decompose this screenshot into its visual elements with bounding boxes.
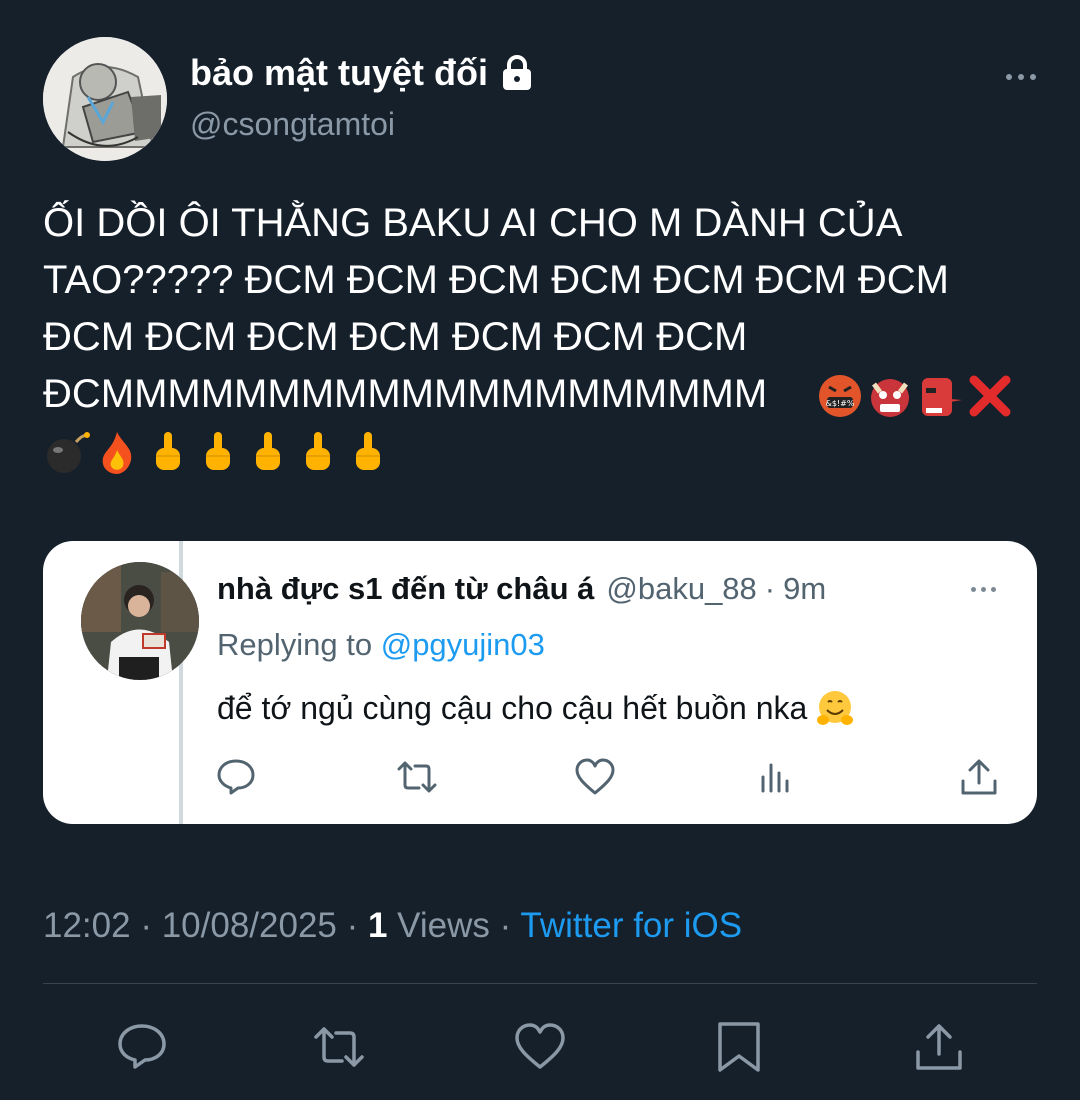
middle-finger-emoji (193, 428, 241, 476)
cross-mark-emoji (966, 372, 1014, 420)
bookmark-button[interactable] (712, 1020, 766, 1074)
quote-header: nhà đực s1 đến từ châu á @baku_88 · 9m (217, 571, 826, 607)
hugging-face-emoji (815, 688, 855, 728)
share-icon (916, 1024, 962, 1070)
quote-retweet-button[interactable] (395, 755, 439, 799)
quoted-tweet-card[interactable]: nhà đực s1 đến từ châu á @baku_88 · 9m R… (43, 541, 1037, 824)
reply-icon (217, 759, 255, 795)
middle-finger-emoji (143, 428, 191, 476)
share-button[interactable] (912, 1020, 966, 1074)
retweet-button[interactable] (312, 1020, 366, 1074)
quote-author-avatar[interactable] (81, 562, 199, 680)
emoji-row (43, 424, 391, 480)
middle-finger-emoji (293, 428, 341, 476)
views-count[interactable]: 1 (368, 906, 387, 945)
heart-icon (575, 758, 615, 795)
meta-separator: · (489, 906, 521, 945)
replying-to-line: Replying to @pgyujin03 (217, 627, 545, 663)
author-avatar[interactable] (43, 37, 167, 161)
middle-finger-emoji (343, 428, 391, 476)
share-icon (961, 759, 997, 795)
views-label[interactable]: Views (387, 906, 490, 945)
quote-author-handle[interactable]: @baku_88 (606, 571, 756, 607)
replying-to-link[interactable]: @pgyujin03 (381, 627, 545, 662)
retweet-icon (397, 761, 437, 793)
more-dot-icon (1006, 74, 1012, 80)
fire-emoji (93, 428, 141, 476)
more-dot-icon (990, 586, 996, 592)
like-button[interactable] (513, 1020, 567, 1074)
more-dot-icon (1030, 74, 1036, 80)
more-dot-icon (980, 586, 986, 592)
more-options-button[interactable] (1002, 66, 1040, 88)
cursing-face-emoji: &$!#% (816, 372, 864, 420)
author-handle[interactable]: @csongtamtoi (190, 106, 395, 143)
divider (43, 983, 1037, 984)
quote-separator: · (764, 571, 776, 606)
author-name-text: bảo mật tuyệt đối (190, 52, 489, 93)
middle-finger-emoji (243, 428, 291, 476)
lock-icon (500, 54, 534, 92)
quote-text-line: để tớ ngủ cùng cậu cho cậu hết buồn nka (217, 688, 855, 728)
retweet-icon (314, 1027, 364, 1067)
tweet-date: 10/08/2025 (161, 906, 337, 945)
tweet-meta: 12:02 · 10/08/2025 · 1 Views · Twitter f… (43, 906, 742, 946)
quote-share-button[interactable] (957, 755, 1001, 799)
reply-button[interactable] (115, 1020, 169, 1074)
quote-analytics-button[interactable] (755, 755, 799, 799)
bomb-emoji (43, 428, 91, 476)
svg-text:&$!#%: &$!#% (826, 399, 855, 408)
quote-more-options-button[interactable] (965, 581, 1001, 597)
meta-separator: · (336, 906, 368, 945)
heart-icon (515, 1023, 565, 1069)
analytics-icon (761, 763, 789, 793)
replying-to-prefix: Replying to (217, 627, 381, 662)
more-dot-icon (970, 586, 976, 592)
quote-author-name[interactable]: nhà đực s1 đến từ châu á (217, 571, 594, 607)
tweet-source-link[interactable]: Twitter for iOS (520, 906, 742, 945)
reply-icon (118, 1024, 166, 1069)
meta-separator: · (130, 906, 162, 945)
bookmark-icon (718, 1022, 760, 1072)
quote-like-button[interactable] (573, 755, 617, 799)
emoji-group-line4: &$!#% (816, 368, 1014, 424)
tweet-time: 12:02 (43, 906, 131, 945)
author-display-name[interactable]: bảo mật tuyệt đối (190, 52, 534, 94)
quote-reply-button[interactable] (214, 755, 258, 799)
goblin-emoji (916, 372, 964, 420)
quote-time[interactable]: 9m (783, 571, 826, 607)
ogre-emoji (866, 372, 914, 420)
more-dot-icon (1018, 74, 1024, 80)
quote-text: để tớ ngủ cùng cậu cho cậu hết buồn nka (217, 689, 808, 726)
